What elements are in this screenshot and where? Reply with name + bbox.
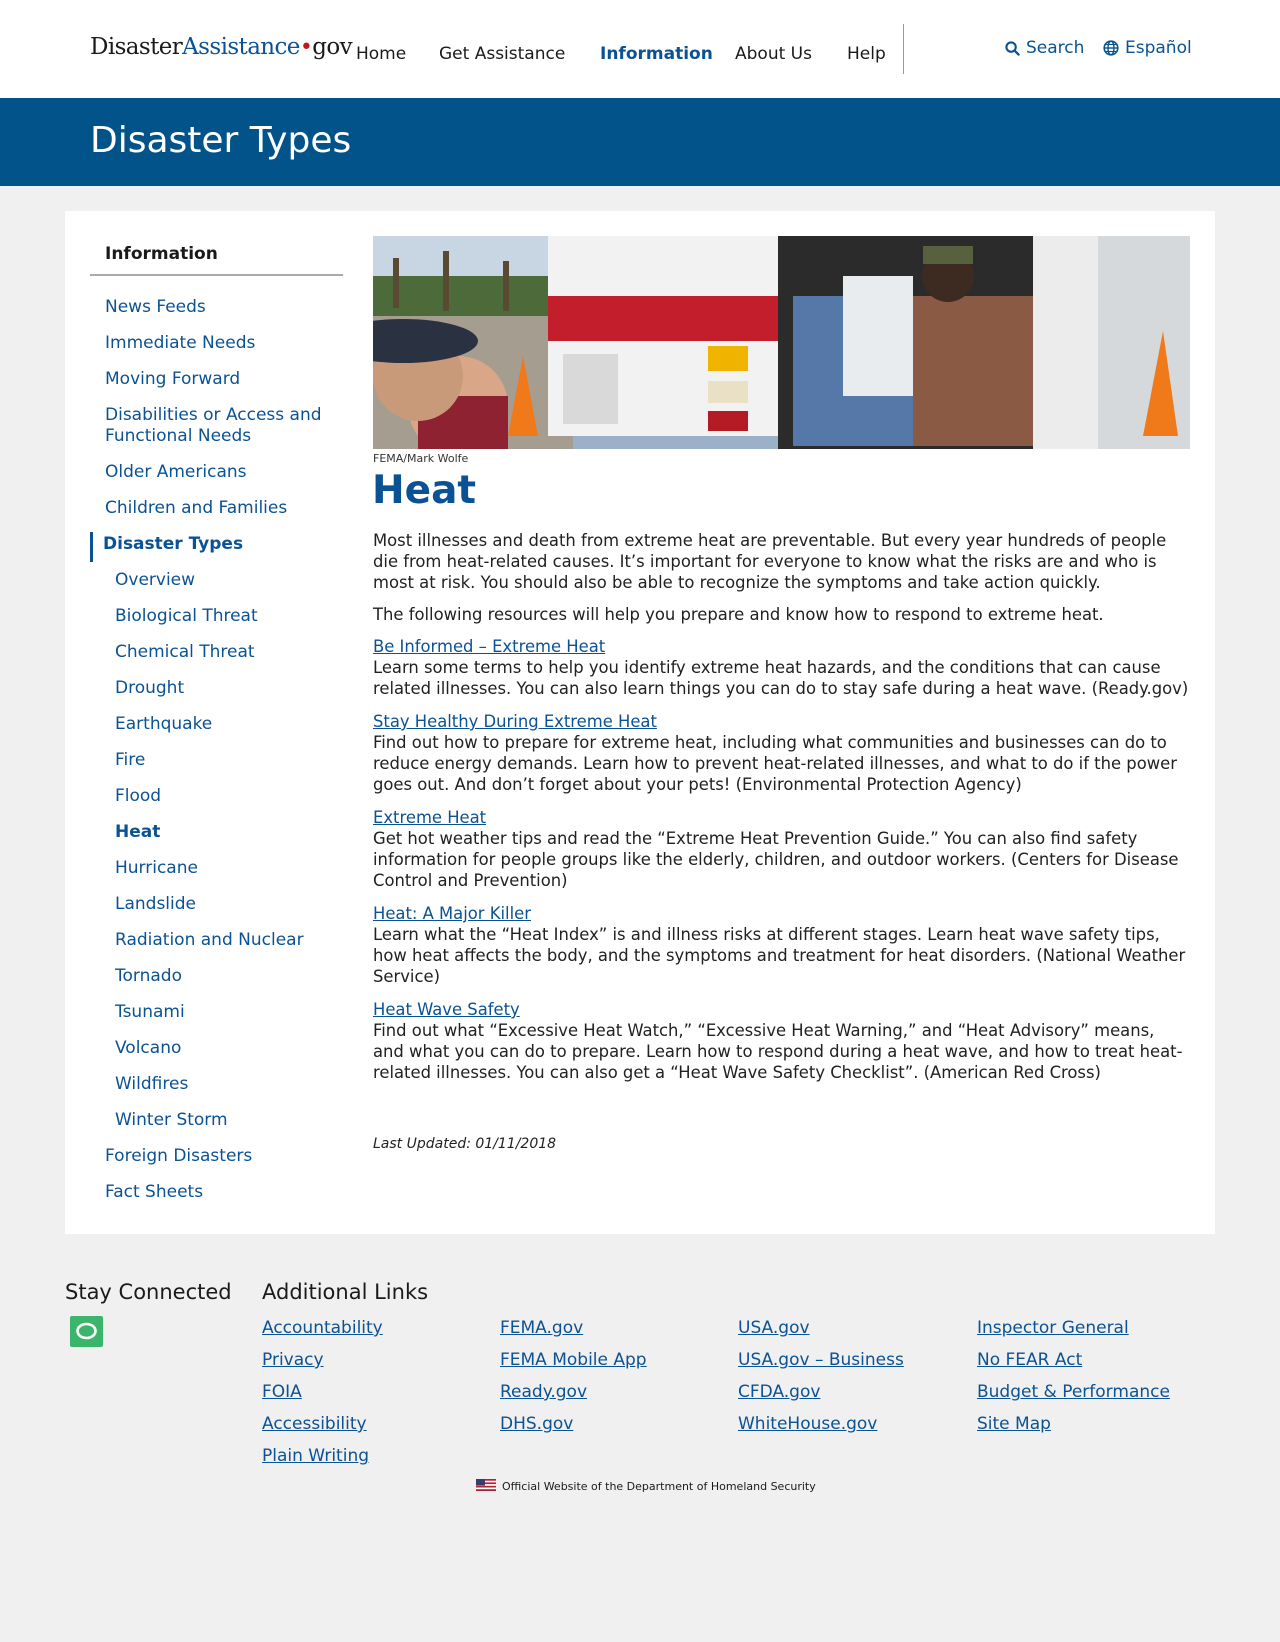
nav-get-assistance[interactable]: Get Assistance: [439, 44, 565, 64]
footer-link-accessibility[interactable]: Accessibility: [262, 1414, 367, 1434]
sidebar-item-foreign-disasters[interactable]: Foreign Disasters: [105, 1146, 335, 1167]
page-banner: Disaster Types: [0, 98, 1280, 186]
resource-description: Find out how to prepare for extreme heat…: [373, 733, 1177, 794]
last-updated: Last Updated: 01/11/2018: [373, 1136, 557, 1152]
espanol-label: Español: [1125, 38, 1192, 58]
footer-link-no-fear-act[interactable]: No FEAR Act: [977, 1350, 1082, 1370]
footer-link-plain-writing[interactable]: Plain Writing: [262, 1446, 369, 1466]
site-logo[interactable]: DisasterAssistance•gov: [90, 34, 353, 60]
footer-link-dhs[interactable]: DHS.gov: [500, 1414, 573, 1434]
search-label: Search: [1026, 38, 1085, 58]
espanol-link[interactable]: Español: [1103, 38, 1192, 58]
nav-help[interactable]: Help: [847, 44, 886, 64]
lead-paragraph: The following resources will help you pr…: [373, 605, 1104, 624]
sidebar-sub-winter-storm[interactable]: Winter Storm: [115, 1110, 345, 1131]
footer-link-budget-performance[interactable]: Budget & Performance: [977, 1382, 1170, 1402]
sidebar-sub-flood[interactable]: Flood: [115, 786, 345, 807]
sidebar-item-disaster-types[interactable]: Disaster Types: [103, 534, 333, 555]
page-title: Heat: [372, 468, 477, 513]
resource-item: Heat: A Major Killer Learn what the “Hea…: [373, 903, 1190, 987]
official-website-notice: Official Website of the Department of Ho…: [476, 1479, 816, 1494]
resource-item: Extreme Heat Get hot weather tips and re…: [373, 807, 1190, 891]
nav-about-us[interactable]: About Us: [735, 44, 812, 64]
resource-item: Heat Wave Safety Find out what “Excessiv…: [373, 999, 1190, 1083]
sidebar-sub-volcano[interactable]: Volcano: [115, 1038, 345, 1059]
logo-text-gov: gov: [312, 34, 352, 60]
resource-link-major-killer[interactable]: Heat: A Major Killer: [373, 904, 531, 923]
footer-link-fema-mobile-app[interactable]: FEMA Mobile App: [500, 1350, 647, 1370]
sidebar-sub-tsunami[interactable]: Tsunami: [115, 1002, 345, 1023]
resource-link-heat-wave-safety[interactable]: Heat Wave Safety: [373, 1000, 520, 1019]
footer-link-ready[interactable]: Ready.gov: [500, 1382, 587, 1402]
resource-link-extreme-heat[interactable]: Extreme Heat: [373, 808, 486, 827]
footer-link-usa-gov[interactable]: USA.gov: [738, 1318, 810, 1338]
sidebar-sub-landslide[interactable]: Landslide: [115, 894, 345, 915]
footer-link-usa-gov-business[interactable]: USA.gov – Business: [738, 1350, 904, 1370]
sidebar-sub-hurricane[interactable]: Hurricane: [115, 858, 345, 879]
resource-link-stay-healthy[interactable]: Stay Healthy During Extreme Heat: [373, 712, 657, 731]
footer-link-cfda[interactable]: CFDA.gov: [738, 1382, 820, 1402]
sidebar-heading: Information: [105, 244, 218, 264]
sidebar-item-moving-forward[interactable]: Moving Forward: [105, 369, 335, 390]
resource-item: Stay Healthy During Extreme Heat Find ou…: [373, 711, 1190, 795]
sidebar-item-fact-sheets[interactable]: Fact Sheets: [105, 1182, 335, 1203]
chat-icon[interactable]: [70, 1316, 103, 1347]
sidebar-active-indicator: [90, 532, 93, 562]
hero-photo: [373, 236, 1190, 449]
sidebar-sub-fire[interactable]: Fire: [115, 750, 345, 771]
footer-link-privacy[interactable]: Privacy: [262, 1350, 324, 1370]
banner-title: Disaster Types: [90, 120, 352, 161]
sidebar-divider: [90, 274, 343, 276]
resource-item: Be Informed – Extreme Heat Learn some te…: [373, 636, 1190, 699]
sidebar-sub-earthquake[interactable]: Earthquake: [115, 714, 345, 735]
sidebar-item-news-feeds[interactable]: News Feeds: [105, 297, 335, 318]
photo-credit: FEMA/Mark Wolfe: [373, 452, 469, 465]
stay-connected-heading: Stay Connected: [65, 1280, 232, 1304]
sidebar-item-disabilities[interactable]: Disabilities or Access and Functional Ne…: [105, 405, 335, 447]
official-website-text: Official Website of the Department of Ho…: [502, 1480, 816, 1493]
site-header: DisasterAssistance•gov Home Get Assistan…: [0, 0, 1280, 98]
footer-link-foia[interactable]: FOIA: [262, 1382, 302, 1402]
sidebar-sub-drought[interactable]: Drought: [115, 678, 345, 699]
resource-link-be-informed[interactable]: Be Informed – Extreme Heat: [373, 637, 605, 656]
globe-icon: [1103, 40, 1119, 56]
footer-link-site-map[interactable]: Site Map: [977, 1414, 1051, 1434]
sidebar-sub-tornado[interactable]: Tornado: [115, 966, 345, 987]
sidebar-sub-overview[interactable]: Overview: [115, 570, 345, 591]
resource-description: Learn some terms to help you identify ex…: [373, 658, 1189, 698]
sidebar-sub-radiation-nuclear[interactable]: Radiation and Nuclear: [115, 930, 345, 951]
sidebar-item-immediate-needs[interactable]: Immediate Needs: [105, 333, 335, 354]
nav-divider: [903, 24, 904, 74]
sidebar-sub-wildfires[interactable]: Wildfires: [115, 1074, 345, 1095]
footer-link-whitehouse[interactable]: WhiteHouse.gov: [738, 1414, 877, 1434]
sidebar-item-older-americans[interactable]: Older Americans: [105, 462, 335, 483]
search-link[interactable]: Search: [1005, 38, 1084, 58]
footer-link-accountability[interactable]: Accountability: [262, 1318, 383, 1338]
nav-information[interactable]: Information: [600, 44, 713, 64]
additional-links-heading: Additional Links: [262, 1280, 429, 1304]
sidebar-sub-chemical-threat[interactable]: Chemical Threat: [115, 642, 345, 663]
us-flag-icon: [476, 1479, 496, 1494]
resource-description: Learn what the “Heat Index” is and illne…: [373, 925, 1186, 986]
sidebar-item-children-families[interactable]: Children and Families: [105, 498, 335, 519]
logo-text-disaster: Disaster: [90, 34, 183, 60]
resource-description: Find out what “Excessive Heat Watch,” “E…: [373, 1021, 1183, 1082]
search-icon: [1005, 40, 1020, 56]
logo-text-assistance: Assistance: [182, 34, 300, 60]
nav-home[interactable]: Home: [356, 44, 406, 64]
resource-description: Get hot weather tips and read the “Extre…: [373, 829, 1179, 890]
sidebar-sub-heat[interactable]: Heat: [115, 822, 345, 843]
footer-link-inspector-general[interactable]: Inspector General: [977, 1318, 1129, 1338]
footer-link-fema[interactable]: FEMA.gov: [500, 1318, 583, 1338]
logo-dot: •: [299, 35, 313, 60]
intro-paragraph: Most illnesses and death from extreme he…: [373, 531, 1167, 592]
sidebar-sub-biological-threat[interactable]: Biological Threat: [115, 606, 345, 627]
